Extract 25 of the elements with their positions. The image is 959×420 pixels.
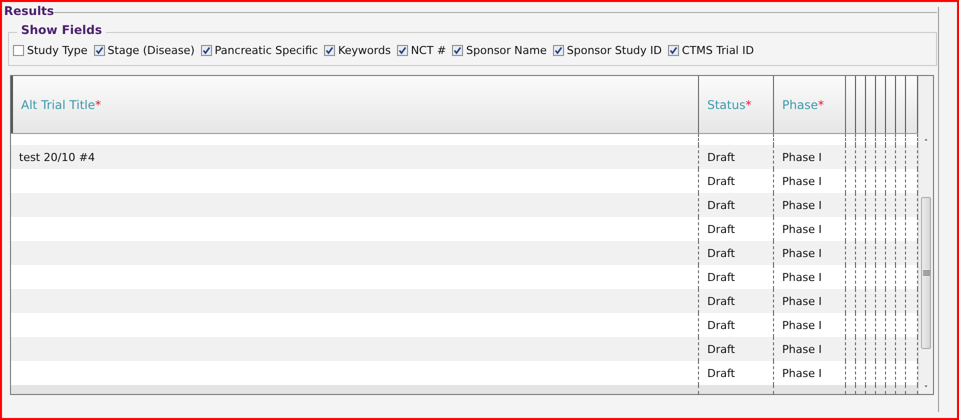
- show-fields-legend: Show Fields: [17, 23, 106, 37]
- checkbox[interactable]: [552, 45, 564, 56]
- checkbox[interactable]: [13, 45, 24, 56]
- field-label: Keywords: [338, 44, 391, 57]
- field-label: Study Type: [27, 44, 88, 57]
- field-label: Pancreatic Specific: [214, 44, 318, 57]
- field-label: CTMS Trial ID: [682, 44, 754, 57]
- field-label: NCT #: [410, 44, 446, 57]
- scroll-down-icon[interactable]: [922, 385, 930, 388]
- results-legend: Results: [4, 4, 54, 18]
- scroll-thumb[interactable]: [921, 197, 931, 349]
- checkbox[interactable]: [324, 45, 336, 56]
- column-header[interactable]: Phase*: [774, 76, 846, 133]
- scrollbar[interactable]: [918, 76, 933, 394]
- field-label: Sponsor Study ID: [566, 44, 662, 57]
- checkbox[interactable]: [452, 45, 464, 56]
- grip-icon: [922, 270, 930, 276]
- column-header[interactable]: Status*: [699, 76, 774, 133]
- field-label: Sponsor Name: [466, 44, 547, 57]
- checkbox[interactable]: [94, 45, 105, 56]
- checkbox[interactable]: [668, 45, 679, 56]
- scroll-up-icon[interactable]: [922, 138, 930, 141]
- field-label: Stage (Disease): [108, 44, 195, 57]
- checkbox[interactable]: [200, 45, 212, 56]
- checkbox[interactable]: [396, 45, 408, 56]
